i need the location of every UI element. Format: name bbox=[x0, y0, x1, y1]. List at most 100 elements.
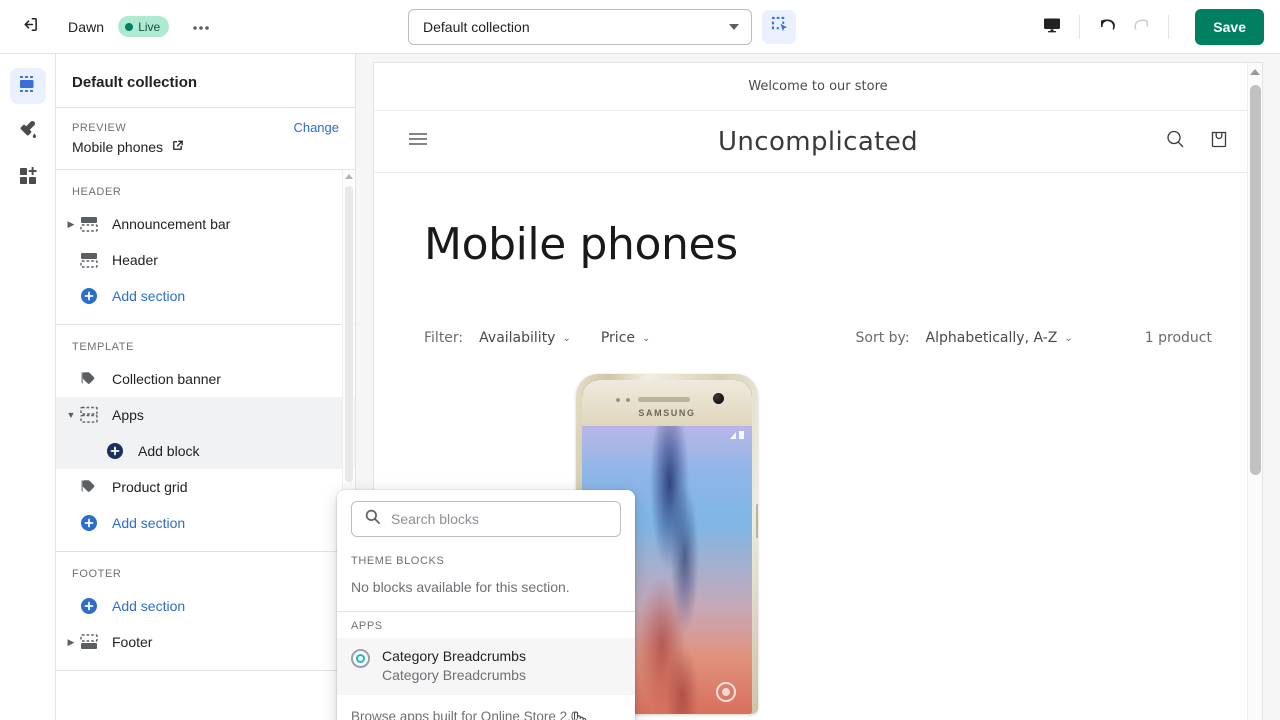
theme-blocks-title: THEME BLOCKS bbox=[351, 555, 445, 567]
preview-section: PREVIEW Change Mobile phones bbox=[56, 108, 355, 170]
sidebar-item-label: Add section bbox=[112, 288, 186, 304]
search-blocks-field[interactable] bbox=[351, 501, 621, 537]
apps-title: APPS bbox=[351, 620, 383, 632]
search-icon[interactable] bbox=[1164, 128, 1186, 155]
plus-circle-icon bbox=[78, 597, 100, 615]
rail-item-theme-settings[interactable] bbox=[10, 114, 46, 150]
top-bar-left: Dawn Live bbox=[0, 10, 408, 44]
phone-bezel-top: SAMSUNG bbox=[582, 380, 752, 426]
earpiece-speaker bbox=[638, 397, 690, 402]
sidebar-item-label: Add section bbox=[112, 515, 186, 531]
add-block-button[interactable]: Add block bbox=[56, 433, 355, 469]
editor-body: Default collection PREVIEW Change Mobile… bbox=[0, 54, 1280, 720]
theme-blocks-empty-state: No blocks available for this section. bbox=[351, 579, 570, 595]
sensor-dot-icon bbox=[616, 398, 620, 402]
sidebar-item-label: Add block bbox=[138, 443, 200, 459]
popover-footer-text: Browse apps built for Online Store 2.0 t… bbox=[351, 709, 579, 720]
desktop-icon bbox=[1042, 15, 1062, 40]
theme-editor-app: Dawn Live Default collection Save Defaul… bbox=[0, 0, 1280, 720]
storefront-header-actions bbox=[1164, 128, 1230, 155]
toolbar-divider bbox=[1079, 15, 1081, 39]
app-block-item-category-breadcrumbs[interactable]: Category Breadcrumbs Category Breadcrumb… bbox=[337, 638, 635, 695]
sections-icon bbox=[17, 73, 39, 100]
inspect-element-button[interactable] bbox=[762, 9, 796, 44]
scroll-up-arrow-icon[interactable] bbox=[344, 174, 353, 179]
chevron-down-icon[interactable]: ▼ bbox=[64, 410, 78, 420]
chevron-right-icon[interactable]: ▶ bbox=[64, 637, 78, 648]
group-title: TEMPLATE bbox=[72, 341, 135, 353]
front-camera-icon bbox=[713, 393, 724, 404]
phone-brand-label: SAMSUNG bbox=[638, 408, 696, 418]
sidebar-scrollbar-thumb[interactable] bbox=[345, 186, 353, 482]
change-preview-link[interactable]: Change bbox=[293, 120, 339, 135]
cart-icon[interactable] bbox=[1208, 128, 1230, 155]
announcement-bar[interactable]: Welcome to our store bbox=[374, 63, 1262, 111]
app-block-title: Category Breadcrumbs bbox=[382, 648, 526, 664]
select-element-icon bbox=[770, 15, 789, 39]
theme-name: Dawn bbox=[68, 18, 105, 35]
preview-scrollbar-thumb[interactable] bbox=[1250, 85, 1261, 475]
add-section-button-template[interactable]: Add section bbox=[56, 505, 355, 541]
chevron-right-icon[interactable]: ▶ bbox=[64, 219, 78, 230]
add-section-button-footer[interactable]: Add section bbox=[56, 588, 355, 624]
sidebar-item-collection-banner[interactable]: Collection banner bbox=[56, 361, 355, 397]
sensor-dot-icon bbox=[626, 398, 630, 402]
collection-toolbar: Filter: Availability ⌄ Price ⌄ Sort by: bbox=[424, 330, 1212, 346]
preview-resource-link[interactable]: Mobile phones bbox=[72, 139, 339, 155]
section-icon bbox=[78, 406, 100, 424]
external-link-icon bbox=[171, 139, 184, 155]
sections-sidebar: Default collection PREVIEW Change Mobile… bbox=[56, 54, 356, 720]
section-group-template: TEMPLATE Collection banner ▼ Apps Add bl… bbox=[56, 325, 355, 552]
preview-label: PREVIEW bbox=[72, 121, 127, 134]
exit-editor-button[interactable] bbox=[12, 10, 46, 44]
sidebar-item-product-grid[interactable]: Product grid bbox=[56, 469, 355, 505]
search-input[interactable] bbox=[391, 511, 608, 527]
scroll-up-arrow-icon[interactable] bbox=[1250, 69, 1260, 75]
left-rail bbox=[0, 54, 56, 720]
popover-footer: Browse apps built for Online Store 2.0 t… bbox=[337, 695, 635, 720]
sort-label: Sort by: bbox=[855, 330, 910, 346]
sidebar-item-footer[interactable]: ▶ Footer bbox=[56, 624, 355, 660]
sidebar-item-announcement-bar[interactable]: ▶ Announcement bar bbox=[56, 206, 355, 242]
sidebar-item-label: Add section bbox=[112, 598, 186, 614]
redo-button[interactable] bbox=[1124, 10, 1158, 44]
filter-price[interactable]: Price ⌄ bbox=[601, 330, 651, 346]
sidebar-item-label: Apps bbox=[112, 407, 144, 423]
filter-availability[interactable]: Availability ⌄ bbox=[479, 330, 571, 346]
sections-list: HEADER ▶ Announcement bar Header Add sec… bbox=[56, 170, 355, 720]
toolbar-divider bbox=[1168, 15, 1170, 39]
redo-icon bbox=[1131, 14, 1152, 40]
status-badge: Live bbox=[118, 16, 170, 37]
add-section-button-header[interactable]: Add section bbox=[56, 278, 355, 314]
collection-heading: Mobile phones bbox=[424, 219, 738, 270]
template-selector[interactable]: Default collection bbox=[408, 8, 752, 45]
popover-search-area bbox=[337, 490, 635, 547]
phone-side-button bbox=[756, 504, 758, 538]
undo-button[interactable] bbox=[1090, 10, 1124, 44]
sidebar-item-header[interactable]: Header bbox=[56, 242, 355, 278]
save-button[interactable]: Save bbox=[1195, 9, 1264, 45]
rail-item-sections[interactable] bbox=[9, 68, 46, 104]
camera-shortcut-icon bbox=[716, 682, 736, 702]
sidebar-item-label: Footer bbox=[112, 634, 153, 650]
status-badge-label: Live bbox=[138, 19, 161, 34]
sort-select[interactable]: Alphabetically, A-Z ⌄ bbox=[926, 330, 1073, 346]
store-logo[interactable]: Uncomplicated bbox=[374, 127, 1262, 157]
section-icon bbox=[78, 633, 100, 651]
live-dot-icon bbox=[125, 22, 134, 31]
device-preview-button[interactable] bbox=[1035, 10, 1069, 44]
rail-item-apps[interactable] bbox=[10, 160, 46, 196]
plus-circle-icon bbox=[78, 514, 100, 532]
preview-scrollbar[interactable] bbox=[1247, 63, 1262, 720]
chevron-down-icon bbox=[729, 23, 739, 30]
sidebar-item-apps[interactable]: ▼ Apps bbox=[56, 397, 355, 433]
sort-value: Alphabetically, A-Z bbox=[925, 330, 1058, 346]
hamburger-icon[interactable] bbox=[406, 130, 430, 153]
more-actions-button[interactable] bbox=[187, 13, 215, 41]
sidebar-item-label: Header bbox=[112, 252, 158, 268]
section-icon bbox=[78, 215, 100, 233]
announcement-text: Welcome to our store bbox=[748, 79, 888, 94]
chevron-down-icon: ⌄ bbox=[1064, 332, 1073, 344]
preview-resource-label: Mobile phones bbox=[72, 139, 164, 155]
top-bar-right: Save bbox=[1035, 0, 1280, 54]
